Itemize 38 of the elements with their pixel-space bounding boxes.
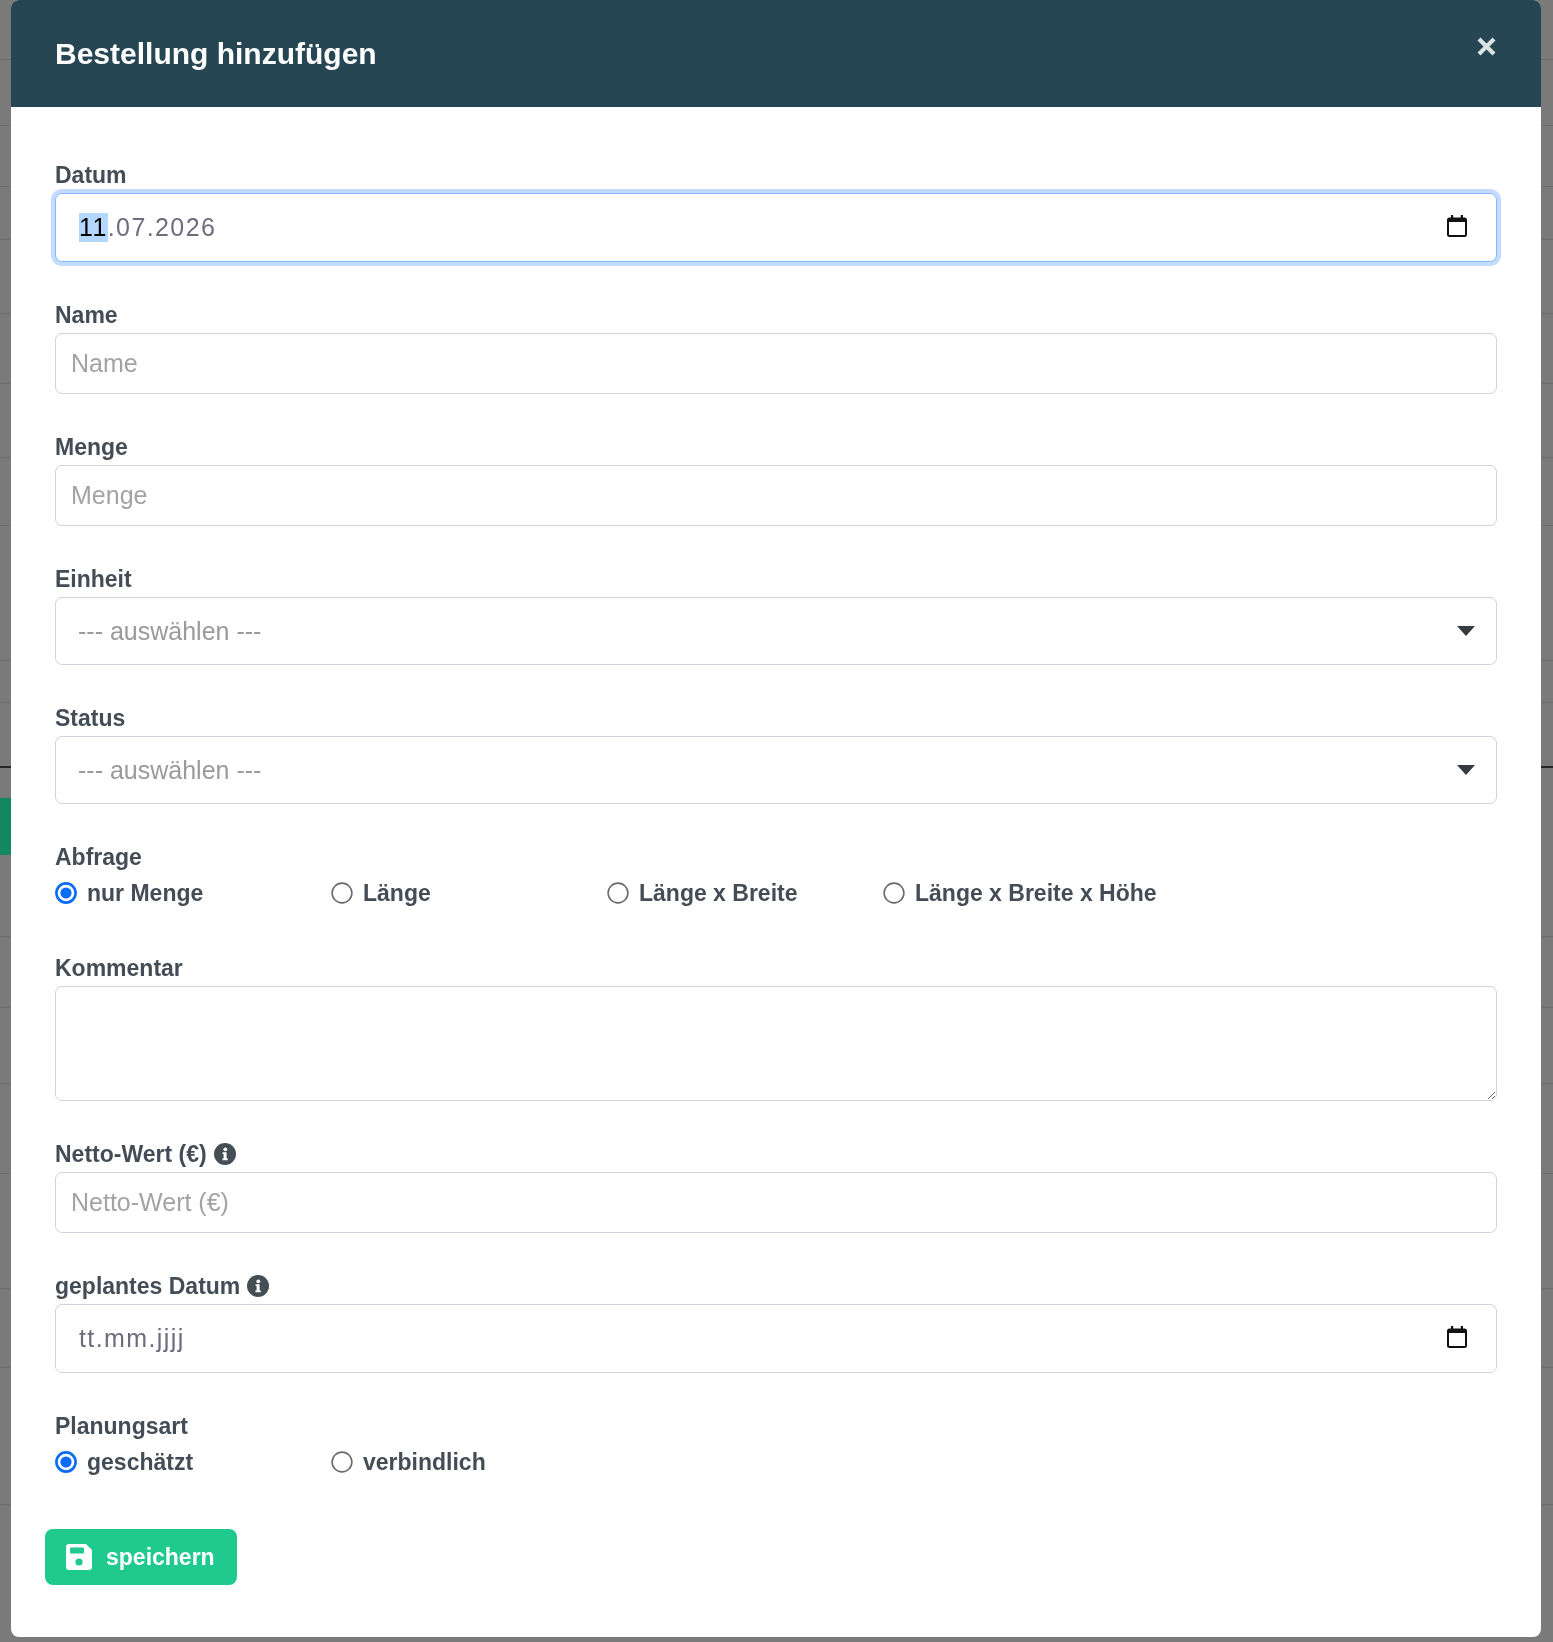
radio-button[interactable] bbox=[607, 882, 629, 904]
radio-label: geschätzt bbox=[87, 1448, 194, 1476]
calendar-icon[interactable] bbox=[1447, 215, 1467, 237]
text-input[interactable]: Menge bbox=[55, 465, 1497, 526]
select-field[interactable]: --- auswählen --- bbox=[55, 597, 1497, 665]
date-segment[interactable]: 11 bbox=[79, 213, 108, 242]
field-label: Einheit bbox=[55, 565, 132, 594]
caret-down-icon bbox=[1457, 765, 1475, 775]
close-button[interactable] bbox=[1477, 37, 1496, 56]
radio-button[interactable] bbox=[331, 1451, 353, 1473]
text-input[interactable]: Netto-Wert (€) bbox=[55, 1172, 1497, 1233]
text-input[interactable]: Name bbox=[55, 333, 1497, 394]
radio-button[interactable] bbox=[55, 1451, 77, 1473]
caret-down-icon bbox=[1457, 626, 1475, 636]
radio-label: Länge x Breite bbox=[639, 879, 798, 907]
field-label: Datum bbox=[55, 161, 127, 190]
radio-label: Länge x Breite x Höhe bbox=[915, 879, 1157, 907]
close-icon bbox=[1477, 37, 1496, 56]
radio-button[interactable] bbox=[883, 882, 905, 904]
field-label: Abfrage bbox=[55, 843, 142, 872]
field-label: Planungsart bbox=[55, 1412, 188, 1441]
field-label: Name bbox=[55, 301, 118, 330]
radio-label: Länge bbox=[363, 879, 431, 907]
radio-button[interactable] bbox=[331, 882, 353, 904]
date-segment[interactable]: .07.2026 bbox=[107, 213, 217, 242]
field-label: Menge bbox=[55, 433, 128, 462]
field-label: Netto-Wert (€) bbox=[55, 1140, 207, 1169]
radio-label: verbindlich bbox=[363, 1448, 486, 1476]
page-element-fragment bbox=[0, 798, 11, 855]
calendar-icon[interactable] bbox=[1447, 1326, 1467, 1348]
field-label: Status bbox=[55, 704, 126, 733]
modal-title: Bestellung hinzufügen bbox=[55, 35, 377, 72]
radio-label: nur Menge bbox=[87, 879, 204, 907]
radio-button[interactable] bbox=[55, 882, 77, 904]
field-label: Kommentar bbox=[55, 954, 183, 983]
date-input[interactable]: tt.mm.jjjj bbox=[55, 1304, 1497, 1373]
select-field[interactable]: --- auswählen --- bbox=[55, 736, 1497, 804]
field-label: geplantes Datum bbox=[55, 1272, 241, 1301]
